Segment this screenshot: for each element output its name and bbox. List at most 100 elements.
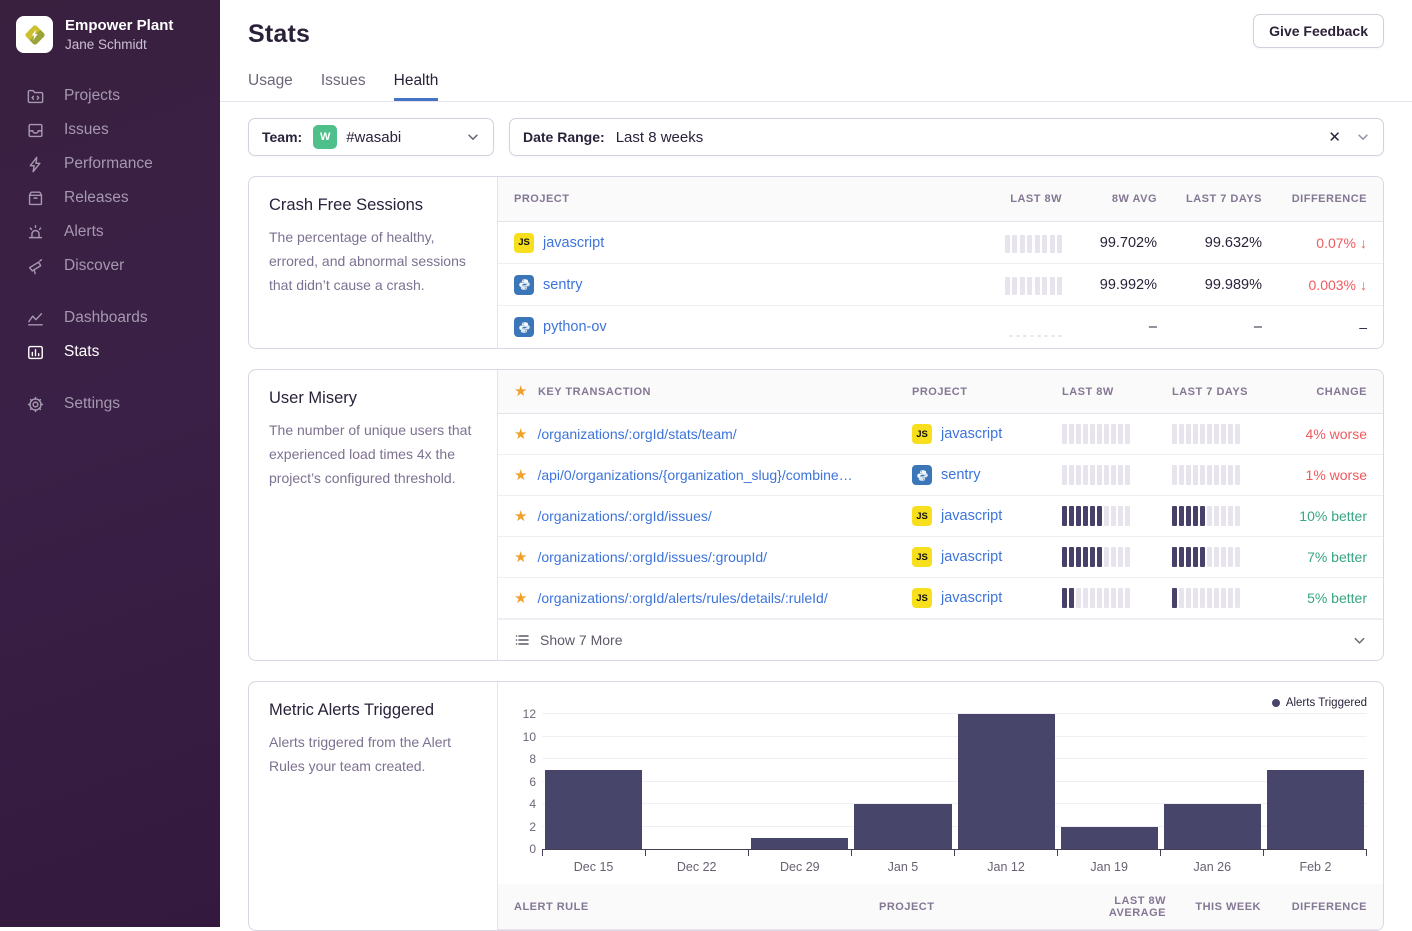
discover-icon	[25, 256, 45, 276]
col-8w-avg: 8W AVG	[1062, 193, 1157, 205]
date-range-value: Last 8 weeks	[616, 129, 704, 146]
col-last-8w: LAST 8W	[1062, 386, 1172, 398]
key-transaction-star-icon[interactable]: ★	[514, 550, 527, 565]
chart-legend[interactable]: Alerts Triggered	[514, 692, 1367, 714]
main-content: Stats Give Feedback Usage Issues Health …	[220, 0, 1412, 927]
alert-rules-table-header: ALERT RULE PROJECT LAST 8W AVERAGE THIS …	[498, 884, 1383, 930]
sidebar-item-label: Stats	[64, 343, 99, 361]
python-platform-icon	[514, 275, 534, 295]
key-transaction-star-icon[interactable]: ★	[514, 591, 527, 606]
sidebar-item-label: Projects	[64, 87, 120, 105]
panel-description: Alerts triggered from the Alert Rules yo…	[269, 731, 477, 779]
sidebar-item-label: Performance	[64, 155, 153, 173]
legend-label: Alerts Triggered	[1286, 697, 1367, 709]
user-misery-panel: User Misery The number of unique users t…	[248, 369, 1384, 661]
chevron-down-icon[interactable]	[1352, 633, 1367, 648]
chart-x-labels: Dec 15Dec 22Dec 29Jan 5Jan 12Jan 19Jan 2…	[542, 860, 1367, 874]
javascript-platform-icon: JS	[912, 506, 932, 526]
legend-dot-icon	[1272, 699, 1280, 707]
chevron-down-icon[interactable]	[466, 130, 480, 144]
sidebar-item-label: Settings	[64, 395, 120, 413]
table-row: sentry 99.992% 99.989% 0.003%↓	[498, 264, 1383, 306]
javascript-platform-icon: JS	[912, 547, 932, 567]
org-switcher[interactable]: Empower Plant Jane Schmidt	[0, 0, 220, 53]
table-row: ★/organizations/:orgId/issues/:groupId/ …	[498, 537, 1383, 578]
sidebar-item-projects[interactable]: Projects	[0, 79, 220, 113]
difference-value: 0.07%↓	[1262, 235, 1367, 251]
sparkline-7d	[1172, 424, 1282, 444]
table-row: ★ /api/0/organizations/{organization_slug…	[498, 455, 1383, 496]
panel-title: Crash Free Sessions	[269, 196, 477, 215]
transaction-link[interactable]: /organizations/:orgId/alerts/rules/detai…	[537, 590, 827, 606]
sidebar-item-discover[interactable]: Discover	[0, 249, 220, 283]
project-link[interactable]: javascript	[941, 426, 1002, 442]
transaction-link[interactable]: /api/0/organizations/{organization_slug}…	[537, 467, 852, 483]
javascript-platform-icon: JS	[514, 233, 534, 253]
sidebar-item-dashboards[interactable]: Dashboards	[0, 301, 220, 335]
date-range-select[interactable]: Date Range: Last 8 weeks ✕	[509, 118, 1384, 156]
team-value: #wasabi	[346, 129, 401, 146]
table-row: ★ /organizations/:orgId/alerts/rules/deta…	[498, 578, 1383, 619]
sparkline	[1005, 233, 1063, 253]
transaction-link[interactable]: /organizations/:orgId/stats/team/	[537, 426, 736, 442]
key-transaction-star-icon[interactable]: ★	[514, 468, 527, 483]
sidebar-item-settings[interactable]: Settings	[0, 387, 220, 421]
tab-health[interactable]: Health	[394, 72, 439, 101]
show-more-label: Show 7 More	[540, 632, 622, 648]
dashboards-icon	[25, 308, 45, 328]
key-transaction-star-icon[interactable]: ★	[514, 509, 527, 524]
star-icon: ★	[514, 384, 528, 399]
project-link[interactable]: python-ov	[543, 319, 607, 335]
tab-issues[interactable]: Issues	[321, 72, 366, 101]
transaction-link[interactable]: /organizations/:orgId/issues/:groupId/	[537, 549, 767, 565]
panel-description: The percentage of healthy, errored, and …	[269, 226, 477, 297]
project-link[interactable]: sentry	[543, 277, 583, 293]
project-link[interactable]: javascript	[941, 549, 1002, 565]
give-feedback-button[interactable]: Give Feedback	[1253, 14, 1384, 48]
transaction-link[interactable]: /organizations/:orgId/issues/	[537, 508, 711, 524]
col-last-7-days: LAST 7 DAYS	[1172, 386, 1282, 398]
col-last-7-days: LAST 7 DAYS	[1157, 193, 1262, 205]
clear-date-icon[interactable]: ✕	[1328, 128, 1341, 146]
col-alert-rule: ALERT RULE	[514, 901, 879, 913]
arrow-down-icon: ↓	[1360, 277, 1367, 293]
tabs: Usage Issues Health	[220, 72, 1412, 102]
col-project: PROJECT	[912, 386, 1062, 398]
col-difference: DIFFERENCE	[1261, 901, 1367, 913]
stats-icon	[25, 342, 45, 362]
page-title: Stats	[248, 20, 1384, 49]
col-change: CHANGE	[1282, 386, 1367, 398]
sparkline-8w	[1062, 506, 1172, 526]
python-platform-icon	[514, 317, 534, 337]
sparkline-7d	[1172, 547, 1282, 567]
table-row: ★/organizations/:orgId/stats/team/ JSjav…	[498, 414, 1383, 455]
change-value: 1% worse	[1282, 467, 1367, 483]
project-link[interactable]: javascript	[543, 235, 604, 251]
settings-icon	[25, 394, 45, 414]
sparkline-8w	[1062, 547, 1172, 567]
team-label: Team:	[262, 129, 302, 145]
sidebar-item-stats[interactable]: Stats	[0, 335, 220, 369]
tab-usage[interactable]: Usage	[248, 72, 293, 101]
project-link[interactable]: javascript	[941, 508, 1002, 524]
table-row: JSjavascript 99.702% 99.632% 0.07%↓	[498, 222, 1383, 264]
project-link[interactable]: javascript	[941, 590, 1002, 606]
sidebar-item-alerts[interactable]: Alerts	[0, 215, 220, 249]
chevron-down-icon[interactable]	[1356, 130, 1370, 144]
sidebar-item-issues[interactable]: Issues	[0, 113, 220, 147]
javascript-platform-icon: JS	[912, 588, 932, 608]
sidebar-item-releases[interactable]: Releases	[0, 181, 220, 215]
releases-icon	[25, 188, 45, 208]
avg-value: 99.702%	[1062, 235, 1157, 251]
issues-icon	[25, 120, 45, 140]
misery-table-header: ★KEY TRANSACTION PROJECT LAST 8W LAST 7 …	[498, 370, 1383, 414]
project-link[interactable]: sentry	[941, 467, 981, 483]
sidebar-item-performance[interactable]: Performance	[0, 147, 220, 181]
show-more-button[interactable]: Show 7 More	[498, 619, 1383, 660]
sparkline-7d	[1172, 506, 1282, 526]
filter-bar: Team: W #wasabi Date Range: Last 8 weeks…	[248, 118, 1384, 156]
key-transaction-star-icon[interactable]: ★	[514, 427, 527, 442]
team-select[interactable]: Team: W #wasabi	[248, 118, 494, 156]
sparkline-8w	[1062, 465, 1172, 485]
sidebar-item-label: Dashboards	[64, 309, 148, 327]
